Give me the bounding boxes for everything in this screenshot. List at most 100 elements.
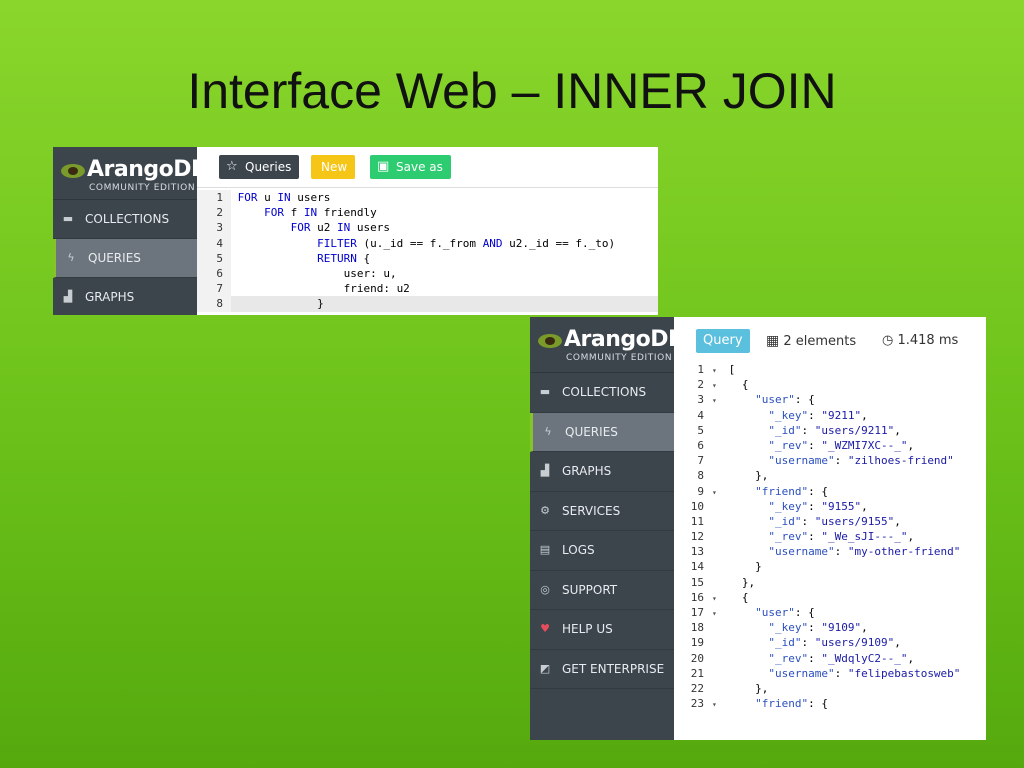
code-line[interactable]: 7 friend: u2 xyxy=(197,281,658,297)
sidebar-item-queries[interactable]: ϟ QUERIES xyxy=(53,239,197,278)
code-line[interactable]: 2 FOR f IN friendly xyxy=(197,205,658,221)
avocado-icon xyxy=(61,164,85,178)
line-number: 6 xyxy=(674,437,712,454)
line-number: 9 xyxy=(674,483,712,499)
arangodb-logo[interactable]: ArangoDB COMMUNITY EDITION xyxy=(53,147,208,200)
json-text: "username": "zilhoes-friend" xyxy=(768,454,954,468)
json-text: "user": { xyxy=(755,393,815,407)
sidebar-item-graphs[interactable]: ▟ GRAPHS xyxy=(530,452,674,492)
save-as-button[interactable]: ▣ Save as xyxy=(370,155,451,179)
sidebar-item-label: COLLECTIONS xyxy=(562,385,647,399)
json-text: "_rev": "_WZMI7XC--_", xyxy=(768,438,915,452)
arangodb-logo[interactable]: ArangoDB COMMUNITY EDITION xyxy=(530,317,685,373)
chart-icon: ▟ xyxy=(63,290,73,303)
result-json-viewer[interactable]: 1 ▾ [2 ▾ {3 ▾ "user": {4 "_key": "9211", 5 "… xyxy=(674,362,986,712)
table-icon: ▦ xyxy=(766,333,780,349)
new-button[interactable]: New xyxy=(311,155,356,179)
fold-arrow-icon[interactable]: ▾ xyxy=(712,378,722,393)
code-line[interactable]: 6 user: u, xyxy=(197,265,658,282)
json-line: 12 "_rev": "_We_sJI---_", xyxy=(674,529,986,545)
code-line[interactable]: 1 FOR u IN users xyxy=(197,190,658,206)
json-text: "friend": { xyxy=(755,484,828,498)
json-text: } xyxy=(722,560,762,574)
line-number: 10 xyxy=(674,498,712,514)
lifebuoy-icon: ◎ xyxy=(540,582,550,596)
line-number: 11 xyxy=(674,513,712,530)
json-line: 5 "_id": "users/9211", xyxy=(674,422,986,438)
editor-area: ☆ Queries New ▣ Save as 1 FOR u IN users… xyxy=(197,147,658,315)
json-text: "_id": "users/9211", xyxy=(768,423,901,437)
line-number: 6 xyxy=(197,265,231,282)
query-result-screenshot: ArangoDB COMMUNITY EDITION ▬ COLLECTIONS ϟ… xyxy=(530,317,986,740)
sidebar-item-help-us[interactable]: ♥ HELP US xyxy=(530,610,674,650)
fold-arrow-icon[interactable]: ▾ xyxy=(712,606,722,621)
json-line: 9 ▾ "friend": { xyxy=(674,483,986,500)
brand-edition: COMMUNITY EDITION xyxy=(89,183,196,193)
sidebar-item-label: GRAPHS xyxy=(562,464,612,478)
sidebar-item-label: GRAPHS xyxy=(85,290,135,304)
sidebar-item-get-enterprise[interactable]: ◩ GET ENTERPRISE xyxy=(530,650,674,689)
sidebar-item-label: QUERIES xyxy=(88,251,141,265)
line-number: 14 xyxy=(674,559,712,575)
line-number: 17 xyxy=(674,605,712,621)
json-line: 13 "username": "my-other-friend" xyxy=(674,544,986,560)
line-number: 7 xyxy=(674,453,712,469)
line-number: 15 xyxy=(674,574,712,590)
queries-button[interactable]: ☆ Queries xyxy=(219,155,300,179)
line-number: 13 xyxy=(674,544,712,560)
code-line[interactable]: 8 } xyxy=(197,296,658,312)
json-line: 20 "_rev": "_WdqlyC2--_", xyxy=(674,650,986,666)
code-line[interactable]: 4 FILTER (u._id == f._from AND u2._id ==… xyxy=(197,235,658,251)
json-line: 21 "username": "felipebastosweb" xyxy=(674,665,986,681)
code-line[interactable]: 5 RETURN { xyxy=(197,250,658,266)
line-number: 22 xyxy=(674,680,712,697)
json-line: 15 }, xyxy=(674,574,986,590)
sidebar-item-label: QUERIES xyxy=(565,424,618,439)
line-number: 12 xyxy=(674,529,712,545)
code-line[interactable]: 3 FOR u2 IN users xyxy=(197,220,658,236)
star-icon: ☆ xyxy=(226,159,238,174)
sidebar-item-collections[interactable]: ▬ COLLECTIONS xyxy=(530,373,674,413)
fold-arrow-icon[interactable]: ▾ xyxy=(712,363,722,378)
sidebar-item-services[interactable]: ⚙ SERVICES xyxy=(530,492,674,531)
fold-arrow-icon[interactable]: ▾ xyxy=(712,591,722,606)
line-number: 23 xyxy=(674,696,712,712)
fold-arrow-icon[interactable]: ▾ xyxy=(712,485,722,500)
sidebar-item-label: LOGS xyxy=(562,543,595,557)
query-tab[interactable]: Query xyxy=(696,329,750,353)
json-line: 7 "username": "zilhoes-friend" xyxy=(674,453,986,469)
line-number: 3 xyxy=(674,392,712,408)
sidebar-item-graphs[interactable]: ▟ GRAPHS xyxy=(53,278,197,315)
fold-arrow-icon[interactable]: ▾ xyxy=(712,393,722,408)
query-editor[interactable]: 1 FOR u IN users 2 FOR f IN friendly 3 FOR… xyxy=(197,190,658,312)
json-text: }, xyxy=(722,575,756,589)
folder-icon: ▬ xyxy=(539,385,551,398)
sidebar-item-label: HELP US xyxy=(562,622,613,636)
json-text: "_id": "users/9109", xyxy=(768,636,901,650)
line-number: 8 xyxy=(197,296,231,312)
sidebar-item-collections[interactable]: ▬ COLLECTIONS xyxy=(53,200,197,239)
fold-arrow-icon[interactable]: ▾ xyxy=(712,697,722,712)
sidebar-item-label: SUPPORT xyxy=(562,582,618,597)
cogs-icon: ⚙ xyxy=(540,503,550,517)
sidebar-item-support[interactable]: ◎ SUPPORT xyxy=(530,571,674,610)
query-editor-screenshot: ArangoDB COMMUNITY EDITION ▬ COLLECTIONS ϟ… xyxy=(53,147,658,315)
line-number: 16 xyxy=(674,589,712,606)
json-line: 22 }, xyxy=(674,680,986,697)
json-text: "_key": "9211", xyxy=(768,408,868,422)
sidebar-item-queries[interactable]: ϟ QUERIES xyxy=(530,412,674,452)
line-number: 20 xyxy=(674,650,712,666)
slide-title: Interface Web – INNER JOIN xyxy=(187,63,837,119)
elements-count: ▦ 2 elements xyxy=(766,333,857,349)
sidebar: ArangoDB COMMUNITY EDITION ▬ COLLECTIONS ϟ… xyxy=(53,147,208,315)
line-number: 4 xyxy=(674,407,712,423)
line-number: 8 xyxy=(674,468,712,484)
json-text: }, xyxy=(722,469,769,483)
code-text: user: u, xyxy=(231,266,397,280)
sidebar-item-label: GET ENTERPRISE xyxy=(562,661,665,676)
json-text: "username": "my-other-friend" xyxy=(768,545,961,559)
code-text: FILTER (u._id == f._from AND u2._id == f… xyxy=(317,236,616,250)
json-line: 18 "_key": "9109", xyxy=(674,620,986,636)
sidebar-item-label: COLLECTIONS xyxy=(85,212,170,226)
sidebar-item-logs[interactable]: ▤ LOGS xyxy=(530,531,674,571)
